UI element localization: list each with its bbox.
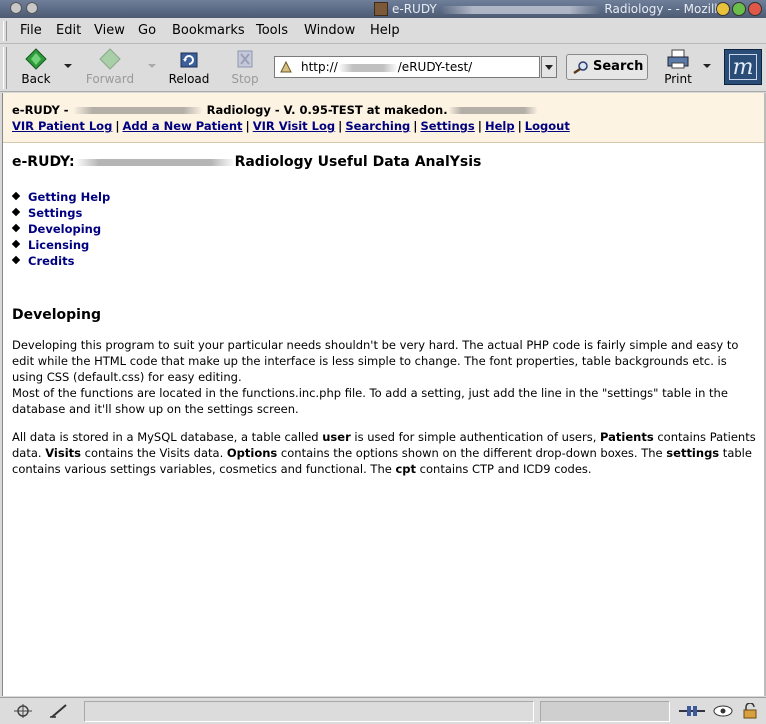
toc-item: Settings — [11, 206, 110, 222]
toc-item: Developing — [11, 222, 110, 238]
minimize-button[interactable] — [716, 2, 730, 16]
status-text-area — [84, 701, 534, 722]
status-bar — [0, 697, 766, 724]
nav-vir-patient-log[interactable]: VIR Patient Log — [12, 119, 112, 133]
nav-vir-visit-log[interactable]: VIR Visit Log — [253, 119, 335, 133]
menu-go[interactable]: Go — [138, 23, 156, 38]
menu-window[interactable]: Window — [304, 23, 355, 38]
reload-button[interactable]: Reload — [166, 48, 212, 90]
online-status-icon[interactable] — [678, 703, 706, 719]
window-title: e-RUDY Radiology - - Mozilla — [392, 2, 725, 16]
app-header: e-RUDY - Radiology - V. 0.95-TEST at mak… — [3, 93, 766, 143]
toc-link-developing[interactable]: Developing — [28, 222, 101, 236]
paragraph-database: All data is stored in a MySQL database, … — [12, 430, 756, 476]
menu-bookmarks[interactable]: Bookmarks — [172, 23, 245, 38]
nav-settings[interactable]: Settings — [420, 119, 474, 133]
mozilla-logo-icon: m — [729, 54, 757, 80]
menu-help[interactable]: Help — [370, 23, 400, 38]
mozilla-throbber[interactable]: m — [724, 49, 762, 85]
back-history-dropdown[interactable] — [64, 64, 72, 68]
toc-link-licensing[interactable]: Licensing — [28, 238, 89, 252]
maximize-button[interactable] — [732, 2, 746, 16]
bullet-icon — [11, 223, 21, 233]
search-icon — [573, 61, 588, 74]
chevron-down-icon — [545, 65, 553, 70]
navigator-icon[interactable] — [12, 703, 34, 719]
progress-meter — [540, 701, 670, 722]
print-button[interactable]: Print — [660, 48, 696, 90]
window-menu-button[interactable] — [10, 2, 22, 14]
back-button[interactable]: Back — [14, 48, 58, 90]
stop-icon — [237, 50, 253, 68]
navigation-toolbar: Back Forward Reload Stop http:///eRUDY-t… — [0, 44, 766, 92]
toc-item: Licensing — [11, 238, 110, 254]
back-arrow-icon — [25, 48, 47, 70]
reload-icon — [180, 52, 198, 68]
nav-searching[interactable]: Searching — [345, 119, 410, 133]
app-version-line: e-RUDY - Radiology - V. 0.95-TEST at mak… — [12, 103, 538, 117]
menubar-grip[interactable] — [3, 21, 7, 41]
window-title-bar: e-RUDY Radiology - - Mozilla — [0, 0, 766, 18]
security-lock-icon[interactable] — [740, 703, 760, 719]
close-button[interactable] — [748, 2, 762, 16]
composer-icon[interactable] — [48, 703, 70, 719]
forward-button[interactable]: Forward — [82, 48, 138, 90]
print-options-dropdown[interactable] — [703, 64, 711, 68]
menu-file[interactable]: File — [20, 23, 42, 38]
paragraph-intro: Developing this program to suit your par… — [12, 338, 739, 384]
toc-link-getting-help[interactable]: Getting Help — [28, 190, 110, 204]
privacy-eye-icon[interactable] — [712, 703, 734, 719]
menu-edit[interactable]: Edit — [56, 23, 81, 38]
url-input[interactable]: http:///eRUDY-test/ — [274, 56, 540, 78]
app-nav-links: VIR Patient Log | Add a New Patient | VIR Vi… — [12, 119, 570, 133]
nav-logout[interactable]: Logout — [525, 119, 570, 133]
url-history-dropdown[interactable] — [541, 56, 557, 78]
toc-item: Credits — [11, 254, 110, 270]
section-heading: Developing — [12, 307, 101, 323]
menu-bar: File Edit View Go Bookmarks Tools Window… — [0, 18, 766, 44]
nav-help[interactable]: Help — [485, 119, 515, 133]
search-button[interactable]: Search — [566, 54, 648, 80]
menu-view[interactable]: View — [94, 23, 125, 38]
toolbar-grip[interactable] — [3, 47, 7, 89]
toc-link-settings[interactable]: Settings — [28, 206, 82, 220]
table-of-contents: Getting Help Settings Developing Licensi… — [11, 190, 110, 270]
menu-tools[interactable]: Tools — [256, 23, 288, 38]
printer-icon — [667, 49, 689, 69]
bullet-icon — [11, 255, 21, 265]
bullet-icon — [11, 207, 21, 217]
forward-arrow-icon — [99, 48, 121, 70]
nav-add-new-patient[interactable]: Add a New Patient — [123, 119, 243, 133]
bullet-icon — [11, 239, 21, 249]
window-shade-button[interactable] — [26, 2, 38, 14]
page-title: e-RUDY: Radiology Useful Data AnalYsis — [12, 154, 482, 170]
forward-history-dropdown[interactable] — [148, 64, 156, 68]
toc-item: Getting Help — [11, 190, 110, 206]
paragraph-functions: Most of the functions are located in the… — [12, 386, 728, 416]
toc-link-credits[interactable]: Credits — [28, 254, 74, 268]
site-icon — [280, 60, 292, 73]
stop-button[interactable]: Stop — [226, 48, 264, 90]
app-icon — [374, 2, 388, 16]
page-content: e-RUDY - Radiology - V. 0.95-TEST at mak… — [2, 93, 766, 696]
bullet-icon — [11, 191, 21, 201]
